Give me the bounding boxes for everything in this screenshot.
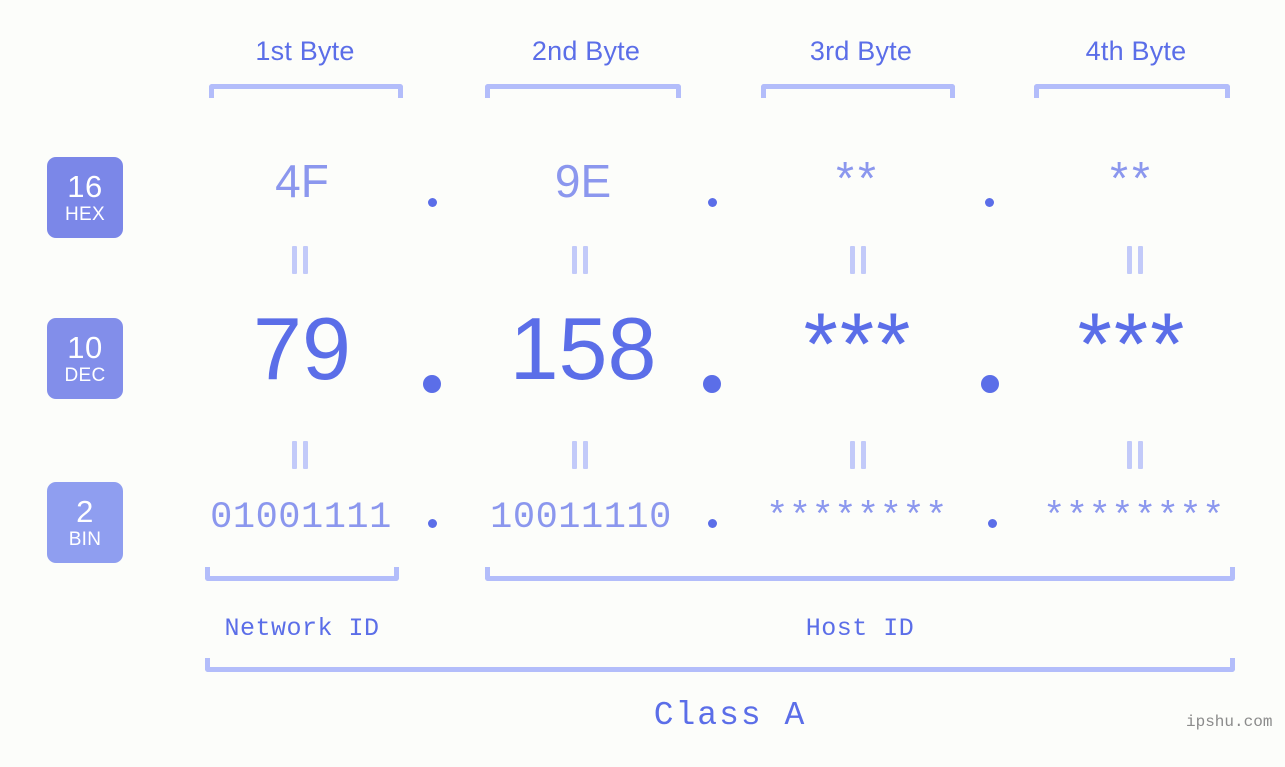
network-id-bracket [205, 567, 399, 581]
bin-separator-dot-2 [708, 519, 717, 528]
radix-badge-dec: 10 DEC [47, 318, 123, 399]
host-id-label: Host ID [805, 614, 915, 643]
dec-byte-1-value: 79 [253, 299, 351, 398]
bin-byte-4-value: ******** [1043, 497, 1225, 539]
radix-badge-dec-number: 10 [67, 330, 103, 365]
hex-byte-3-value: ** [836, 152, 880, 204]
hex-byte-4-value: ** [1110, 152, 1154, 204]
dec-separator-dot-1 [423, 375, 441, 393]
radix-badge-bin-name: BIN [68, 529, 102, 550]
network-id-label: Network ID [224, 614, 380, 643]
radix-badge-dec-name: DEC [64, 365, 106, 386]
equals-marker-hex-dec-1 [292, 246, 310, 274]
hex-separator-dot-1 [428, 198, 437, 207]
dec-separator-dot-3 [981, 375, 999, 393]
byte-header-label-1: 1st Byte [255, 36, 355, 66]
bin-byte-1-value: 01001111 [210, 497, 392, 539]
byte-header-bracket-2 [485, 84, 681, 98]
site-watermark: ipshu.com [1186, 713, 1273, 731]
equals-marker-hex-dec-4 [1127, 246, 1145, 274]
hex-separator-dot-3 [985, 198, 994, 207]
equals-marker-hex-dec-3 [850, 246, 868, 274]
bin-byte-2-value: 10011110 [490, 497, 672, 539]
equals-marker-dec-bin-3 [850, 441, 868, 469]
equals-marker-dec-bin-4 [1127, 441, 1145, 469]
hex-separator-dot-2 [708, 198, 717, 207]
hex-byte-1-value: 4F [275, 155, 329, 207]
host-id-bracket [485, 567, 1235, 581]
dec-byte-4-value: *** [1077, 294, 1187, 393]
bin-byte-3-value: ******** [766, 497, 948, 539]
radix-badge-hex-number: 16 [67, 169, 103, 204]
radix-badge-hex-name: HEX [65, 204, 105, 225]
hex-byte-2-value: 9E [554, 155, 612, 207]
dec-byte-3-value: *** [803, 294, 913, 393]
radix-badge-bin: 2 BIN [47, 482, 123, 563]
byte-header-bracket-3 [761, 84, 955, 98]
bin-separator-dot-1 [428, 519, 437, 528]
class-bracket [205, 658, 1235, 672]
class-label: Class A [653, 697, 807, 734]
equals-marker-dec-bin-2 [572, 441, 590, 469]
dec-separator-dot-2 [703, 375, 721, 393]
dec-byte-2-value: 158 [509, 299, 657, 398]
bin-separator-dot-3 [988, 519, 997, 528]
equals-marker-hex-dec-2 [572, 246, 590, 274]
byte-header-label-4: 4th Byte [1085, 36, 1187, 66]
byte-header-bracket-1 [209, 84, 403, 98]
equals-marker-dec-bin-1 [292, 441, 310, 469]
byte-header-bracket-4 [1034, 84, 1230, 98]
radix-badge-hex: 16 HEX [47, 157, 123, 238]
byte-header-label-2: 2nd Byte [531, 36, 641, 66]
radix-badge-bin-number: 2 [76, 494, 94, 529]
ip-address-breakdown-diagram: 1st Byte 2nd Byte 3rd Byte 4th Byte 16 H… [0, 0, 1285, 767]
byte-header-label-3: 3rd Byte [809, 36, 913, 66]
